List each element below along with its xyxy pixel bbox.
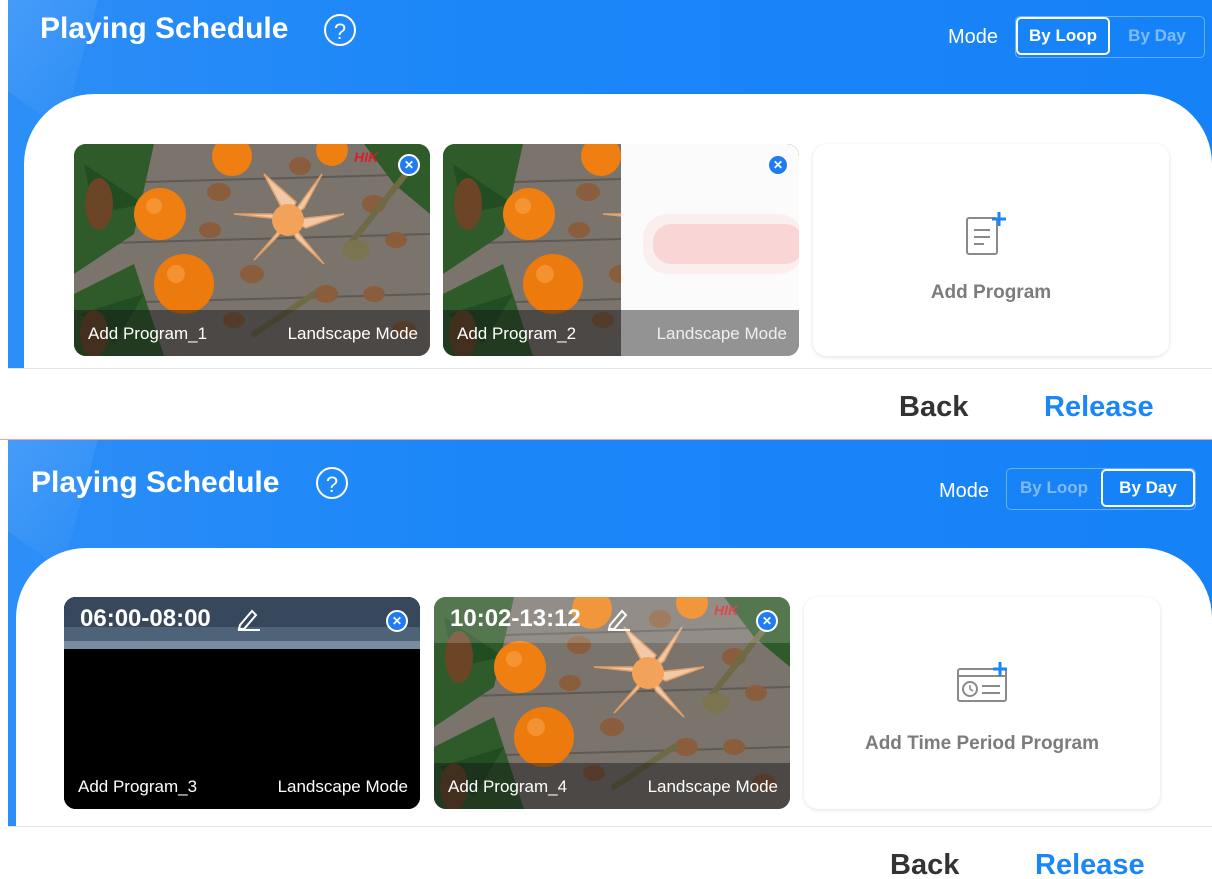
footer-bar: Back Release bbox=[8, 368, 1212, 438]
release-button[interactable]: Release bbox=[1044, 391, 1154, 424]
time-period: 06:00-08:00 bbox=[80, 605, 211, 632]
add-time-period-label: Add Time Period Program bbox=[864, 733, 1100, 754]
help-icon[interactable]: ? bbox=[316, 467, 348, 499]
add-program-icon bbox=[966, 212, 1006, 255]
page-title: Playing Schedule bbox=[31, 466, 280, 499]
pencil-icon[interactable] bbox=[236, 607, 262, 631]
mode-by-loop-option[interactable]: By Loop bbox=[1007, 469, 1101, 507]
schedule-panel-loop: Playing Schedule ? Mode By Loop By Day ✕… bbox=[0, 0, 1212, 438]
program-orientation: Landscape Mode bbox=[277, 777, 408, 796]
add-time-period-icon bbox=[957, 662, 1007, 702]
mode-switch: By Loop By Day bbox=[1006, 468, 1196, 510]
program-card[interactable]: ✕ Add Program_2 Landscape Mode bbox=[443, 144, 799, 356]
close-icon[interactable]: ✕ bbox=[767, 154, 789, 176]
mode-label: Mode bbox=[939, 480, 990, 502]
screenshot-divider bbox=[0, 437, 1212, 440]
program-name: Add Program_1 bbox=[88, 324, 208, 343]
close-icon[interactable]: ✕ bbox=[398, 154, 420, 176]
program-list: ✕ Add Program_1 Landscape Mode ✕ Add Pro… bbox=[24, 94, 1212, 368]
back-button[interactable]: Back bbox=[899, 391, 968, 424]
close-icon[interactable]: ✕ bbox=[386, 610, 408, 632]
mode-switch: By Loop By Day bbox=[1015, 16, 1205, 58]
footer-bar: Back Release bbox=[8, 826, 1212, 879]
schedule-panel-day: Playing Schedule ? Mode By Loop By Day 0… bbox=[0, 440, 1212, 879]
add-program-label: Add Program bbox=[930, 282, 1052, 303]
add-program-button[interactable]: Add Program bbox=[813, 144, 1169, 356]
back-button[interactable]: Back bbox=[890, 849, 959, 879]
program-card[interactable]: 06:00-08:00 ✕ Add Program_3 Landscape Mo… bbox=[64, 597, 420, 809]
release-button[interactable]: Release bbox=[1035, 849, 1145, 879]
program-orientation: Landscape Mode bbox=[656, 324, 787, 343]
mode-by-day-option[interactable]: By Day bbox=[1110, 17, 1204, 55]
page-title: Playing Schedule bbox=[40, 12, 289, 45]
close-icon[interactable]: ✕ bbox=[756, 610, 778, 632]
program-orientation: Landscape Mode bbox=[287, 324, 418, 343]
program-list: 06:00-08:00 ✕ Add Program_3 Landscape Mo… bbox=[16, 548, 1212, 828]
add-time-period-program-button[interactable]: Add Time Period Program bbox=[804, 597, 1160, 809]
time-period: 10:02-13:12 bbox=[450, 605, 581, 632]
program-name: Add Program_2 bbox=[457, 324, 577, 343]
mode-by-loop-option[interactable]: By Loop bbox=[1016, 17, 1110, 55]
mode-label: Mode bbox=[948, 26, 999, 48]
program-name: Add Program_4 bbox=[448, 777, 568, 796]
help-icon[interactable]: ? bbox=[324, 14, 356, 46]
pencil-icon[interactable] bbox=[606, 607, 632, 631]
program-orientation: Landscape Mode bbox=[647, 777, 778, 796]
program-card[interactable]: 10:02-13:12 ✕ Add Program_4 Landscape Mo… bbox=[434, 597, 790, 809]
program-name: Add Program_3 bbox=[78, 777, 198, 796]
program-card[interactable]: ✕ Add Program_1 Landscape Mode bbox=[74, 144, 430, 356]
mode-by-day-option[interactable]: By Day bbox=[1101, 469, 1195, 507]
